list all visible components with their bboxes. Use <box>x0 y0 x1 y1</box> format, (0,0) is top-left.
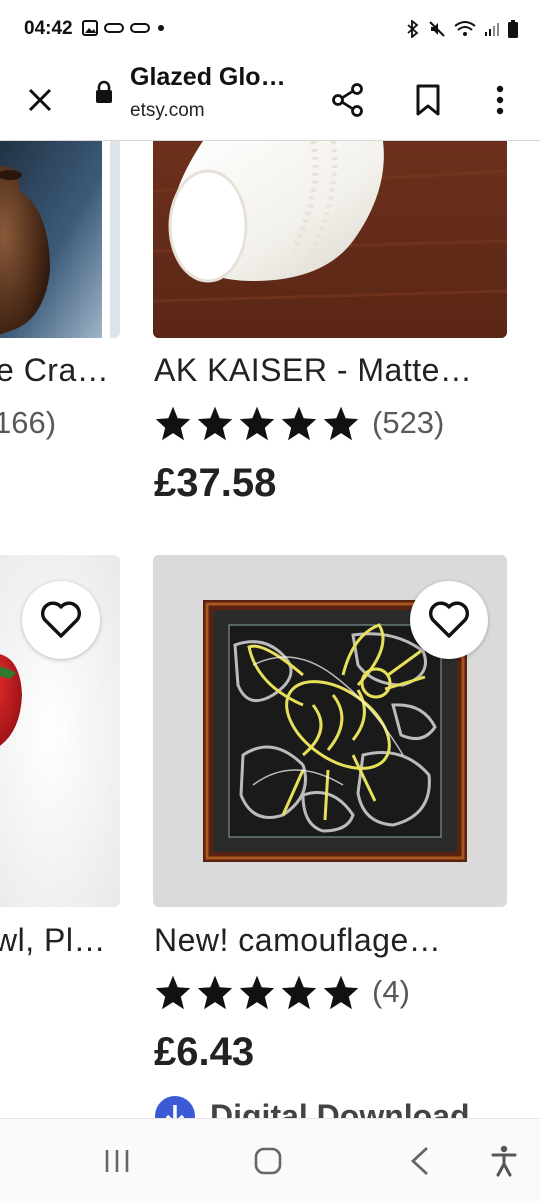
download-icon <box>155 1096 195 1118</box>
back-button[interactable] <box>400 1141 440 1181</box>
heart-icon <box>429 601 469 638</box>
close-button[interactable] <box>12 72 68 128</box>
review-count: (523) <box>372 405 445 440</box>
share-button[interactable] <box>320 72 376 128</box>
product-grid: e Cra… 166) AK KAISER - Matte… (523) £37… <box>0 141 540 1118</box>
digital-download-label: Digital Download <box>210 1097 470 1119</box>
product-title[interactable]: AK KAISER - Matte… <box>154 352 472 389</box>
product-image[interactable] <box>0 141 120 338</box>
digital-download-badge: Digital Download <box>154 1096 470 1118</box>
accessibility-button[interactable] <box>484 1141 524 1181</box>
star-icon <box>281 975 317 1010</box>
star-icon <box>155 975 191 1010</box>
voicemail-icon <box>104 23 124 33</box>
home-button[interactable] <box>248 1141 288 1181</box>
accessibility-icon <box>491 1145 517 1177</box>
close-icon <box>28 88 52 112</box>
star-icon <box>239 406 275 441</box>
system-nav-bar <box>0 1118 540 1201</box>
status-bar: 04:42 <box>0 0 540 60</box>
recent-apps-button[interactable] <box>97 1141 137 1181</box>
product-price: £6.43 <box>154 1030 255 1074</box>
white-vase-image <box>153 141 507 338</box>
heart-icon <box>41 601 81 638</box>
bookmark-button[interactable] <box>400 72 456 128</box>
pottery-jug-image <box>0 141 120 338</box>
notification-dot-icon <box>158 25 164 31</box>
review-count: (4) <box>372 974 410 1009</box>
star-icon <box>239 975 275 1010</box>
product-title[interactable]: wl, Pl… <box>0 922 106 959</box>
more-vertical-icon <box>496 85 504 115</box>
browser-toolbar: Glazed Glo… etsy.com <box>0 60 540 141</box>
battery-icon <box>508 20 518 38</box>
star-rating <box>154 405 360 441</box>
star-icon <box>197 975 233 1010</box>
home-icon <box>254 1147 282 1175</box>
page-title[interactable]: Glazed Glo… <box>130 63 286 92</box>
star-rating <box>154 974 360 1010</box>
favorite-button[interactable] <box>410 581 488 659</box>
star-icon <box>323 975 359 1010</box>
product-price: £37.58 <box>154 461 277 505</box>
back-icon <box>410 1146 428 1176</box>
lock-icon <box>96 80 112 103</box>
recent-apps-icon <box>105 1150 129 1172</box>
share-icon <box>332 83 363 117</box>
more-options-button[interactable] <box>472 72 528 128</box>
review-count: 166) <box>0 405 57 440</box>
star-icon <box>197 406 233 441</box>
status-time: 04:42 <box>24 18 73 39</box>
page-url[interactable]: etsy.com <box>130 100 205 122</box>
star-icon <box>323 406 359 441</box>
product-title[interactable]: New! camouflage… <box>154 922 441 959</box>
voicemail-icon <box>130 23 150 33</box>
mute-icon <box>429 21 445 37</box>
wifi-icon <box>454 21 476 36</box>
bluetooth-icon <box>407 20 419 38</box>
star-icon <box>281 406 317 441</box>
product-image[interactable] <box>153 141 507 338</box>
signal-icon <box>485 23 499 36</box>
gallery-icon <box>82 20 98 36</box>
product-title[interactable]: e Cra… <box>0 352 109 389</box>
star-icon <box>155 406 191 441</box>
favorite-button[interactable] <box>22 581 100 659</box>
bookmark-icon <box>416 84 440 116</box>
